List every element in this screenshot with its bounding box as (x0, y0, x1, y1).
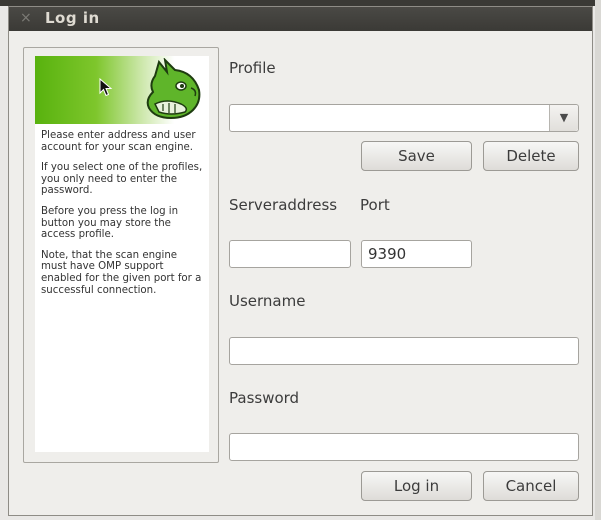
dropdown-arrow-icon[interactable]: ▼ (549, 105, 578, 131)
help-frame: Please enter address and user account fo… (23, 47, 219, 463)
help-paragraph: If you select one of the profiles, you o… (41, 162, 203, 197)
login-dialog: × Log in Please enter address and user a… (8, 6, 593, 516)
greenbone-dog-logo (146, 58, 201, 120)
port-label: Port (360, 196, 390, 214)
username-label: Username (229, 292, 306, 310)
delete-button[interactable]: Delete (483, 141, 579, 171)
password-label: Password (229, 389, 300, 407)
port-input[interactable]: 9390 (361, 240, 472, 268)
desktop-background-right (595, 0, 601, 520)
mouse-pointer-icon (99, 78, 113, 97)
help-text: Please enter address and user account fo… (41, 130, 205, 305)
save-button[interactable]: Save (361, 141, 472, 171)
close-icon[interactable]: × (20, 10, 32, 26)
help-panel: Please enter address and user account fo… (35, 56, 209, 452)
logo-banner (35, 56, 209, 124)
help-paragraph: Note, that the scan engine must have OMP… (41, 249, 202, 296)
username-input[interactable] (229, 337, 579, 365)
serveraddress-label: Serveraddress (229, 196, 338, 214)
password-input[interactable] (229, 433, 579, 461)
window-title: Log in (45, 9, 100, 27)
serveraddress-input[interactable] (229, 240, 351, 268)
profile-label: Profile (229, 59, 276, 77)
login-button[interactable]: Log in (361, 471, 472, 501)
cancel-button[interactable]: Cancel (483, 471, 579, 501)
profile-combobox[interactable]: ▼ (229, 104, 579, 132)
help-paragraph: Before you press the log in button you m… (41, 205, 179, 241)
titlebar: × Log in (9, 7, 592, 31)
help-paragraph: Please enter address and user account fo… (41, 130, 196, 153)
